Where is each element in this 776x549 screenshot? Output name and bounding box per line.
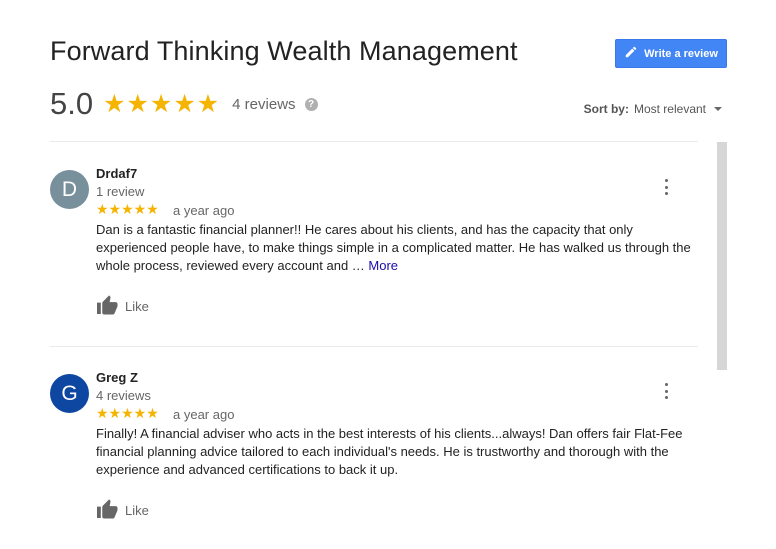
thumbs-up-icon (96, 294, 119, 318)
average-rating: 5.0 (50, 86, 94, 121)
sort-dropdown[interactable]: Sort by: Most relevant (584, 102, 722, 116)
review-text: Finally! A financial adviser who acts in… (96, 425, 706, 479)
star-icon: ★★★★★ (96, 201, 159, 217)
like-label: Like (125, 298, 149, 314)
reviews-count[interactable]: 4 reviews (232, 96, 295, 113)
avatar[interactable]: D (50, 170, 89, 209)
write-review-label: Write a review (644, 47, 718, 60)
more-vert-icon[interactable] (662, 383, 670, 399)
more-link[interactable]: More (368, 258, 398, 273)
like-label: Like (125, 502, 149, 518)
like-button[interactable]: Like (96, 498, 149, 522)
more-vert-icon[interactable] (662, 179, 670, 195)
page-title: Forward Thinking Wealth Management (50, 36, 518, 66)
help-icon[interactable]: ? (304, 97, 318, 111)
reviewer-name[interactable]: Greg Z (96, 370, 138, 385)
star-icon: ★★★★★ (103, 90, 221, 118)
caret-down-icon (714, 107, 722, 111)
review-date: a year ago (173, 203, 235, 218)
reviewer-review-count: 4 reviews (96, 388, 151, 403)
pencil-icon (624, 45, 638, 62)
reviewer-name[interactable]: Drdaf7 (96, 166, 137, 181)
sort-label: Sort by: (583, 102, 629, 116)
review-text: Dan is a fantastic financial planner!! H… (96, 221, 706, 275)
reviewer-review-count: 1 review (96, 184, 145, 199)
scrollbar[interactable] (717, 142, 727, 370)
thumbs-up-icon (96, 498, 119, 522)
write-review-button[interactable]: Write a review (615, 39, 727, 68)
like-button[interactable]: Like (96, 294, 149, 318)
avatar[interactable]: G (50, 374, 89, 413)
rating-summary: 5.0 ★★★★★ 4 reviews ? (50, 86, 318, 122)
review-body: Finally! A financial adviser who acts in… (96, 426, 683, 477)
star-icon: ★★★★★ (96, 405, 159, 421)
divider (50, 346, 698, 347)
review-date: a year ago (173, 407, 235, 422)
sort-value: Most relevant (633, 102, 706, 116)
divider (50, 141, 698, 142)
